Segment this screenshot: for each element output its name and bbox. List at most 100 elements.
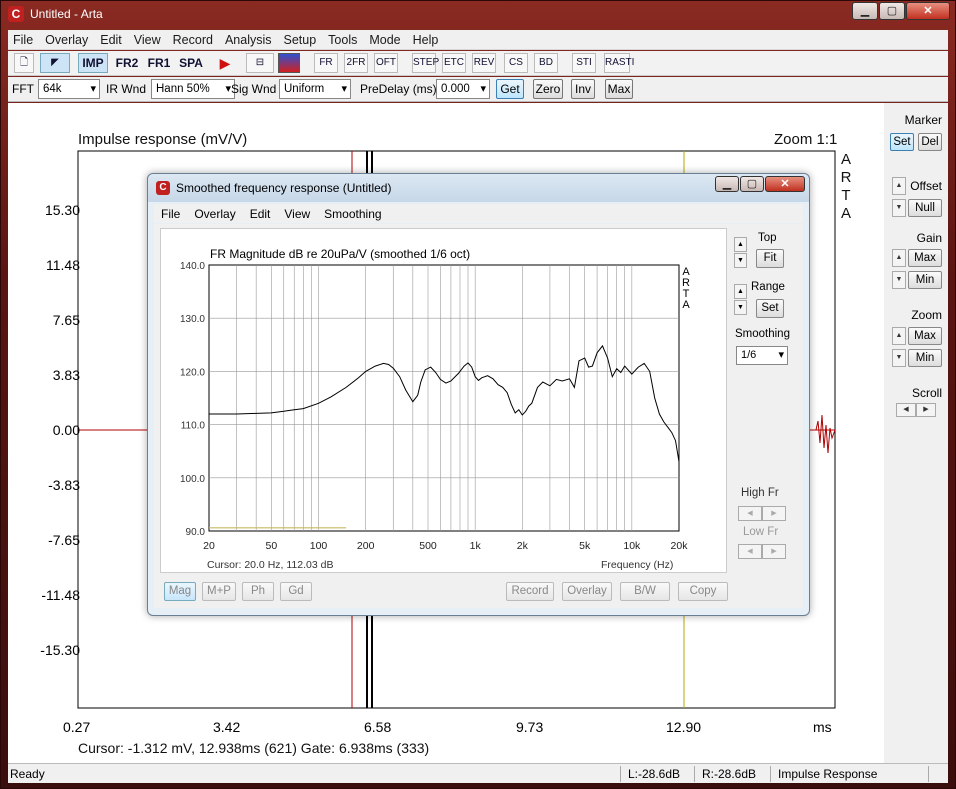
child-menu-smoothing[interactable]: Smoothing bbox=[324, 207, 381, 221]
menu-setup[interactable]: Setup bbox=[284, 33, 317, 47]
menu-edit[interactable]: Edit bbox=[100, 33, 122, 47]
zoom-up-icon[interactable]: ▲ bbox=[892, 327, 906, 345]
fr-cursor-readout: Cursor: 20.0 Hz, 112.03 dB bbox=[207, 559, 334, 571]
highfr-left-icon[interactable]: ◀ bbox=[738, 506, 762, 521]
child-menu-file[interactable]: File bbox=[161, 207, 180, 221]
levels-icon[interactable] bbox=[278, 53, 300, 73]
cursor-tool-icon[interactable]: ◤ bbox=[40, 53, 70, 73]
menu-file[interactable]: File bbox=[13, 33, 33, 47]
sigwnd-select[interactable]: Uniform bbox=[279, 79, 351, 99]
close-button[interactable]: ✕ bbox=[906, 2, 950, 20]
fr-analysis-icon[interactable]: FR bbox=[314, 53, 338, 73]
menu-tools[interactable]: Tools bbox=[328, 33, 357, 47]
rev-analysis-icon[interactable]: REV bbox=[472, 53, 496, 73]
fit-button[interactable]: Fit bbox=[756, 249, 784, 268]
x-tick: 3.42 bbox=[213, 719, 241, 735]
menu-mode[interactable]: Mode bbox=[369, 33, 400, 47]
menu-help[interactable]: Help bbox=[413, 33, 439, 47]
marker-set-button[interactable]: Set bbox=[890, 133, 914, 151]
lowfr-left-icon[interactable]: ◀ bbox=[738, 544, 762, 559]
range-set-button[interactable]: Set bbox=[756, 299, 784, 318]
smoothed-fr-window[interactable]: C Smoothed frequency response (Untitled)… bbox=[147, 173, 810, 616]
gd-button[interactable]: Gd bbox=[280, 582, 312, 601]
get-button[interactable]: Get bbox=[496, 79, 524, 99]
main-cursor-readout: Cursor: -1.312 mV, 12.938ms (621) Gate: … bbox=[78, 740, 430, 756]
y-tick: -11.48 bbox=[41, 587, 80, 603]
top-down-icon[interactable]: ▼ bbox=[734, 253, 747, 268]
spa-button[interactable]: SPA bbox=[176, 53, 206, 73]
step-analysis-icon[interactable]: STEP bbox=[412, 53, 439, 73]
record-play-icon[interactable]: ▶ bbox=[214, 53, 236, 73]
fr2-button[interactable]: FR2 bbox=[112, 53, 142, 73]
child-menu-overlay[interactable]: Overlay bbox=[194, 207, 235, 221]
fft-select[interactable]: 64k bbox=[38, 79, 100, 99]
fr-x-tick-label: 20k bbox=[671, 540, 689, 552]
high-fr-label: High Fr bbox=[741, 487, 779, 499]
fr1-button[interactable]: FR1 bbox=[144, 53, 174, 73]
child-close-button[interactable]: ✕ bbox=[765, 176, 805, 192]
smoothing-select[interactable]: 1/6 bbox=[736, 346, 788, 365]
rasti-analysis-icon[interactable]: RASTI bbox=[604, 53, 634, 73]
marker-label: Marker bbox=[904, 113, 942, 127]
oft-analysis-icon[interactable]: OFT bbox=[374, 53, 398, 73]
gain-down-icon[interactable]: ▼ bbox=[892, 271, 906, 289]
y-tick: 0.00 bbox=[52, 422, 80, 438]
scroll-right-icon[interactable]: ▶ bbox=[916, 403, 936, 417]
zoom-min-button[interactable]: Min bbox=[908, 349, 942, 367]
etc-analysis-icon[interactable]: ETC bbox=[442, 53, 466, 73]
copy-button[interactable]: Copy bbox=[678, 582, 728, 601]
minimize-button[interactable]: ▁ bbox=[852, 2, 878, 20]
gain-max-button[interactable]: Max bbox=[908, 249, 942, 267]
predelay-input[interactable]: 0.000 bbox=[436, 79, 490, 99]
child-window-title: Smoothed frequency response (Untitled) bbox=[176, 181, 392, 195]
fr-plot-area[interactable]: 140.0 130.0 120.0 110.0 100.0 90.0 20 50 100 200 5… bbox=[160, 228, 727, 573]
fr-chart-svg: 140.0 130.0 120.0 110.0 100.0 90.0 20 50 100 200 5… bbox=[180, 261, 689, 552]
child-minimize-button[interactable]: ▁ bbox=[715, 176, 739, 192]
range-up-icon[interactable]: ▲ bbox=[734, 284, 747, 299]
gain-up-icon[interactable]: ▲ bbox=[892, 249, 906, 267]
2fr-analysis-icon[interactable]: 2FR bbox=[344, 53, 368, 73]
generator-icon[interactable]: ⊟ bbox=[246, 53, 274, 73]
zoom-max-button[interactable]: Max bbox=[908, 327, 942, 345]
record-button[interactable]: Record bbox=[506, 582, 554, 601]
mp-button[interactable]: M+P bbox=[202, 582, 236, 601]
fr-x-unit: Frequency (Hz) bbox=[601, 559, 674, 571]
scroll-left-icon[interactable]: ◀ bbox=[896, 403, 916, 417]
y-tick: 11.48 bbox=[46, 257, 80, 273]
imp-button[interactable]: IMP bbox=[78, 53, 108, 73]
overlay-button[interactable]: Overlay bbox=[562, 582, 612, 601]
max-button[interactable]: Max bbox=[605, 79, 633, 99]
menu-analysis[interactable]: Analysis bbox=[225, 33, 272, 47]
inv-button[interactable]: Inv bbox=[571, 79, 595, 99]
maximize-button[interactable]: ▢ bbox=[879, 2, 905, 20]
menu-view[interactable]: View bbox=[134, 33, 161, 47]
menu-record[interactable]: Record bbox=[173, 33, 213, 47]
offset-down-icon[interactable]: ▼ bbox=[892, 199, 906, 217]
child-maximize-button[interactable]: ▢ bbox=[740, 176, 764, 192]
gain-min-button[interactable]: Min bbox=[908, 271, 942, 289]
irwnd-select[interactable]: Hann 50% bbox=[151, 79, 235, 99]
lowfr-right-icon[interactable]: ▶ bbox=[762, 544, 786, 559]
ph-button[interactable]: Ph bbox=[242, 582, 274, 601]
marker-del-button[interactable]: Del bbox=[918, 133, 942, 151]
child-menu-view[interactable]: View bbox=[284, 207, 310, 221]
mag-button[interactable]: Mag bbox=[164, 582, 196, 601]
range-down-icon[interactable]: ▼ bbox=[734, 300, 747, 315]
zoom-down-icon[interactable]: ▼ bbox=[892, 349, 906, 367]
y-tick: 7.65 bbox=[52, 312, 80, 328]
top-up-icon[interactable]: ▲ bbox=[734, 237, 747, 252]
sti-analysis-icon[interactable]: STI bbox=[572, 53, 596, 73]
menu-overlay[interactable]: Overlay bbox=[45, 33, 88, 47]
new-file-icon[interactable]: 🗋 bbox=[14, 53, 34, 73]
bd-analysis-icon[interactable]: BD bbox=[534, 53, 558, 73]
cs-analysis-icon[interactable]: CS bbox=[504, 53, 528, 73]
offset-up-icon[interactable]: ▲ bbox=[892, 177, 906, 195]
child-menu-edit[interactable]: Edit bbox=[250, 207, 271, 221]
right-control-panel: Marker Set Del Offset ▲ ▼ Null Gain ▲ Ma… bbox=[884, 103, 948, 763]
highfr-right-icon[interactable]: ▶ bbox=[762, 506, 786, 521]
zero-button[interactable]: Zero bbox=[533, 79, 563, 99]
fr-x-tick-label: 5k bbox=[579, 540, 591, 552]
offset-null-button[interactable]: Null bbox=[908, 199, 942, 217]
bw-button[interactable]: B/W bbox=[620, 582, 670, 601]
fr-y-tick-label: 110.0 bbox=[181, 421, 206, 432]
